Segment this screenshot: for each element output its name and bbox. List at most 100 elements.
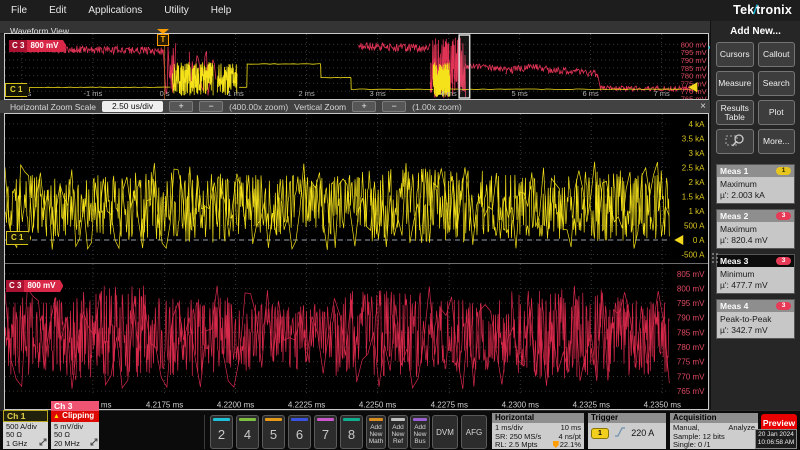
channel-5-button[interactable]: 5 [262, 415, 285, 449]
add-new-heading: Add New... [711, 26, 800, 37]
overview-waveform-svg: 800 mV795 mV790 mV785 mV780 mV775 mV770 … [5, 34, 708, 99]
overview-ch3-badge[interactable]: C 3 800 mV [9, 40, 66, 52]
meas3-value: µ': 477.7 mV [720, 280, 791, 291]
zoom-magnifier-icon [725, 132, 745, 151]
trigger-header: Trigger [588, 413, 666, 423]
measurement-badge-meas3[interactable]: Meas 33 Minimumµ': 477.7 mV [716, 254, 795, 294]
meas1-type: Maximum [720, 179, 791, 190]
more-button[interactable]: More... [758, 129, 796, 154]
sidebar-splitter-handle[interactable] [712, 253, 718, 269]
svg-text:1 ms: 1 ms [227, 89, 244, 98]
overview-ch1-badge[interactable]: C 1 [5, 83, 30, 97]
svg-text:4.2300 ms: 4.2300 ms [502, 400, 539, 409]
svg-text:4 ms: 4 ms [440, 89, 457, 98]
v-zoom-decrease-button[interactable]: − [382, 101, 406, 112]
svg-text:3.5 kA: 3.5 kA [682, 134, 705, 143]
svg-text:5 ms: 5 ms [511, 89, 528, 98]
channel-7-button[interactable]: 7 [314, 415, 337, 449]
horizontal-settings-badge[interactable]: Horizontal 1 ms/div10 ms SR: 250 MS/s4 n… [492, 413, 584, 449]
v-zoom-increase-button[interactable]: + [352, 101, 376, 112]
meas4-value: µ': 342.7 mV [720, 325, 791, 336]
measurement-list: Meas 11 Maximumµ': 2.003 kA Meas 23 Maxi… [711, 164, 800, 339]
add-new-button-grid: Cursors Callout Measure Search Results T… [711, 42, 800, 154]
svg-text:785 mV: 785 mV [677, 328, 705, 337]
h-zoom-decrease-button[interactable]: − [199, 101, 223, 112]
ch1-waveform-svg: 4 kA3.5 kA3 kA2.5 kA2 kA1.5 kA1 kA500 A0… [5, 114, 708, 262]
measure-button[interactable]: Measure [716, 71, 754, 96]
svg-text:4.2325 ms: 4.2325 ms [573, 400, 610, 409]
svg-text:4.2225 ms: 4.2225 ms [288, 400, 325, 409]
horizontal-record-length: RL: 2.5 Mpts [495, 441, 538, 450]
settings-bar: Ch 1 500 A/div 50 Ω 1 GHz Ch 3 ▲ Clippin… [0, 410, 800, 450]
time-axis-svg: 4.2150 ms4.2175 ms4.2200 ms4.2225 ms4.22… [5, 398, 708, 410]
menu-applications[interactable]: Applications [77, 5, 153, 16]
h-zoom-scale-label: Horizontal Zoom Scale [10, 102, 96, 112]
channel-6-button[interactable]: 6 [288, 415, 311, 449]
menu-edit[interactable]: Edit [38, 5, 77, 16]
svg-text:775 mV: 775 mV [677, 358, 705, 367]
results-sidebar: Add New... Cursors Callout Measure Searc… [710, 21, 800, 410]
add-new-bus-button[interactable]: Add New Bus [410, 415, 430, 449]
svg-text:7 ms: 7 ms [653, 89, 670, 98]
menu-utility[interactable]: Utility [153, 5, 199, 16]
svg-text:4.2350 ms: 4.2350 ms [644, 400, 681, 409]
add-new-ref-button[interactable]: Add New Ref [388, 415, 408, 449]
ch1-header: Ch 1 [3, 410, 48, 422]
measurement-badge-meas2[interactable]: Meas 23 Maximumµ': 820.4 mV [716, 209, 795, 249]
meas1-source-badge: 1 [776, 167, 791, 175]
h-zoom-scale-value[interactable]: 2.50 us/div [102, 101, 163, 112]
channel-4-button[interactable]: 4 [236, 415, 259, 449]
main-ch3-badge[interactable]: C 3 800 mV [6, 280, 63, 292]
callout-button[interactable]: Callout [758, 42, 796, 67]
channel-8-button[interactable]: 8 [340, 415, 363, 449]
acquisition-header: Acquisition [670, 413, 758, 423]
acquisition-settings-badge[interactable]: Acquisition Manual,Analyze Sample: 12 bi… [670, 413, 758, 449]
channel-2-button[interactable]: 2 [210, 415, 233, 449]
svg-text:780 mV: 780 mV [677, 343, 705, 352]
zoomed-waveform-view[interactable]: 4 kA3.5 kA3 kA2.5 kA2 kA1.5 kA1 kA500 A0… [4, 113, 709, 410]
trigger-position-flag[interactable]: T [157, 29, 169, 46]
svg-text:770 mV: 770 mV [677, 372, 705, 381]
ch3-settings-badge[interactable]: Ch 3 ▲ Clipping 5 mV/div 50 Ω 20 MHz [51, 401, 99, 450]
results-table-button[interactable]: Results Table [716, 100, 754, 125]
svg-text:0 A: 0 A [693, 236, 705, 245]
ch3-header: Ch 3 [51, 401, 99, 411]
cursors-button[interactable]: Cursors [716, 42, 754, 67]
menu-file[interactable]: File [0, 5, 38, 16]
measurement-badge-meas1[interactable]: Meas 11 Maximumµ': 2.003 kA [716, 164, 795, 204]
trigger-settings-badge[interactable]: Trigger 1 220 A [588, 413, 666, 449]
measurement-badge-meas4[interactable]: Meas 43 Peak-to-Peakµ': 342.7 mV [716, 299, 795, 339]
ch3-scale-label: 800 mV [27, 280, 55, 292]
svg-text:4.2250 ms: 4.2250 ms [359, 400, 396, 409]
add-new-math-button[interactable]: Add New Math [366, 415, 386, 449]
svg-text:2 ms: 2 ms [298, 89, 315, 98]
date-label: 20 Jan 2024 [756, 431, 796, 439]
zoom-tool-button[interactable] [716, 129, 754, 154]
menu-help[interactable]: Help [200, 5, 243, 16]
svg-text:790 mV: 790 mV [677, 314, 705, 323]
zoom-overview-panel[interactable]: 800 mV795 mV790 mV785 mV780 mV775 mV770 … [4, 33, 709, 100]
meas4-source-badge: 3 [776, 302, 791, 310]
horizontal-position: 22.1% [553, 441, 581, 450]
h-zoom-increase-button[interactable]: + [169, 101, 193, 112]
plot-button[interactable]: Plot [758, 100, 796, 125]
acquisition-analyze: Analyze [728, 424, 755, 433]
svg-text:800 mV: 800 mV [677, 284, 705, 293]
acquisition-single: Single: 0 /1 [673, 441, 755, 450]
svg-text:2 kA: 2 kA [688, 178, 705, 187]
h-zoom-factor-label: (400.00x zoom) [229, 102, 288, 112]
svg-text:0 s: 0 s [160, 89, 170, 98]
ch3-expand-icon [90, 438, 98, 449]
dvm-button[interactable]: DVM [432, 415, 458, 449]
svg-text:795 mV: 795 mV [677, 299, 705, 308]
ch1-settings-badge[interactable]: Ch 1 500 A/div 50 Ω 1 GHz [3, 410, 48, 450]
ch3-clipping-warning: ▲ Clipping [51, 411, 99, 422]
ch1-expand-icon [39, 438, 47, 449]
afg-button[interactable]: AFG [461, 415, 487, 449]
main-ch1-badge[interactable]: C 1 [6, 231, 31, 245]
rising-edge-icon [614, 430, 628, 439]
close-zoom-overview-button[interactable]: × [700, 100, 706, 113]
svg-text:4.2200 ms: 4.2200 ms [217, 400, 254, 409]
search-button[interactable]: Search [758, 71, 796, 96]
meas4-title: Meas 4 [720, 301, 748, 311]
